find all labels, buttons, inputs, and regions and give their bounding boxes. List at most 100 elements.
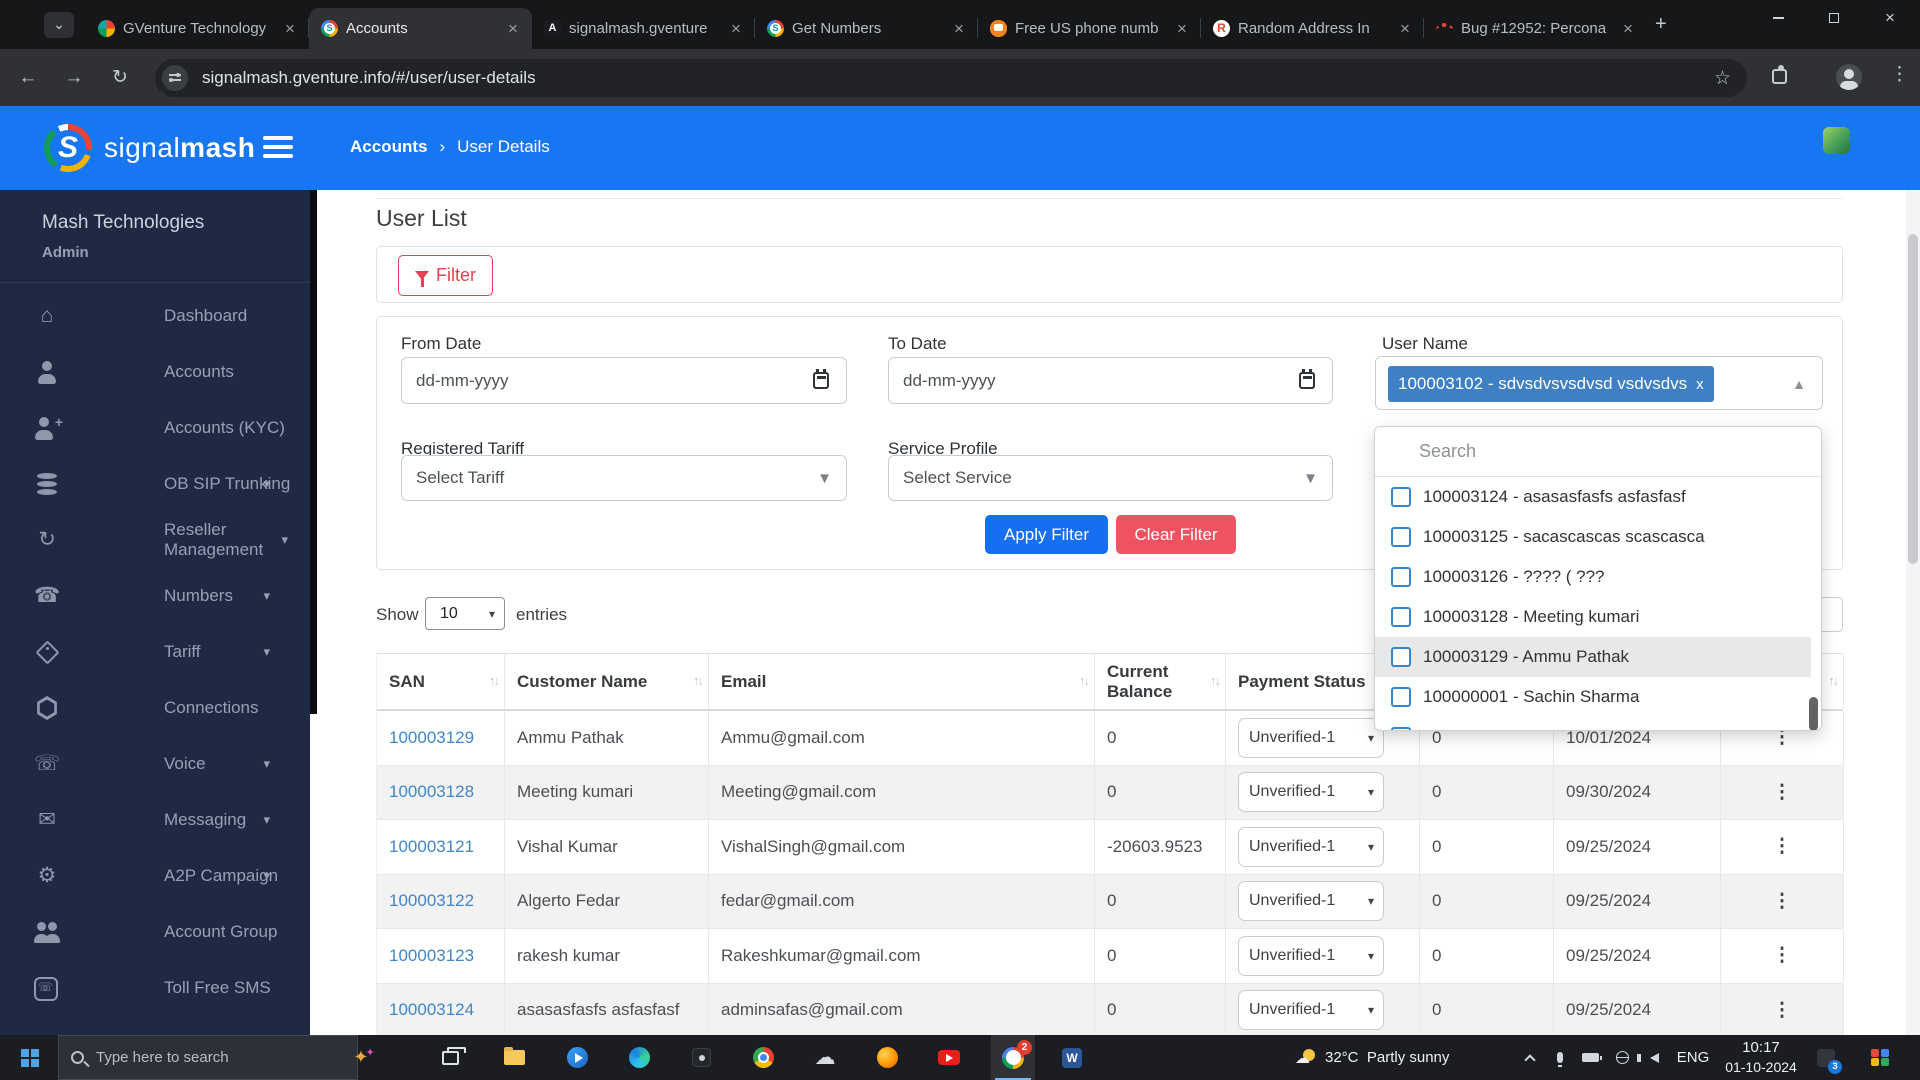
dropdown-option-highlighted[interactable]: 100003129 - Ammu Pathak	[1375, 637, 1811, 677]
tab-get-numbers[interactable]: Get Numbers ×	[755, 8, 978, 49]
camera-app-icon[interactable]	[681, 1035, 721, 1080]
dropdown-option[interactable]: 100003125 - sacascascas scascasca	[1375, 517, 1811, 557]
browser-menu-icon[interactable]: ⋮	[1890, 63, 1909, 86]
to-date-input[interactable]	[888, 357, 1333, 404]
row-actions-menu[interactable]: ⋮	[1721, 875, 1844, 929]
san-link[interactable]: 100003122	[377, 875, 505, 929]
youtube-icon[interactable]	[929, 1035, 969, 1080]
edge-browser-icon[interactable]	[619, 1035, 659, 1080]
file-explorer-icon[interactable]	[494, 1035, 534, 1080]
start-button[interactable]	[8, 1035, 52, 1080]
tariff-select[interactable]: Select Tariff▼	[401, 455, 847, 501]
column-header-san[interactable]: SAN↑↓	[377, 654, 505, 709]
sidebar-item-toll-free-sms[interactable]: ☏Toll Free SMS	[0, 968, 310, 1008]
tab-search-icon[interactable]: ⌄	[44, 12, 74, 38]
calendar-icon[interactable]	[813, 372, 829, 389]
san-link[interactable]: 100003121	[377, 820, 505, 874]
dropdown-option[interactable]: 100003128 - Meeting kumari	[1375, 597, 1811, 637]
payment-status-select[interactable]: Unverified-1▾	[1238, 881, 1384, 921]
dropdown-option[interactable]: 100003124 - asasasfasfs asfasfasf	[1375, 477, 1811, 517]
dropdown-search-input[interactable]	[1375, 427, 1821, 477]
tray-color-icon[interactable]	[1862, 1035, 1898, 1080]
sidebar-item-messaging[interactable]: ✉Messaging▾	[0, 800, 310, 840]
filter-button[interactable]: Filter	[398, 255, 493, 296]
sidebar-item-reseller-management[interactable]: ↻Reseller Management▾	[0, 520, 310, 560]
sidebar-item-tariff[interactable]: Tariff▾	[0, 632, 310, 672]
tab-close-icon[interactable]: ×	[727, 19, 745, 39]
dropdown-option[interactable]: 100003126 - ???? ( ???	[1375, 557, 1811, 597]
tab-close-icon[interactable]: ×	[1619, 19, 1637, 39]
task-view-button[interactable]	[430, 1035, 470, 1080]
from-date-input[interactable]	[401, 357, 847, 404]
payment-status-select[interactable]: Unverified-1▾	[1238, 990, 1384, 1030]
san-link[interactable]: 100003129	[377, 711, 505, 765]
sidebar-item-ob-sip-trunking[interactable]: OB SIP Trunking▾	[0, 464, 310, 504]
checkbox[interactable]	[1391, 727, 1411, 731]
checkbox[interactable]	[1391, 687, 1411, 707]
user-name-multiselect[interactable]: 100003102 - sdvsdvsvsdvsd vsdvsdvsx ▲	[1375, 356, 1823, 410]
row-actions-menu[interactable]: ⋮	[1721, 766, 1844, 820]
tab-accounts[interactable]: Accounts ×	[309, 8, 532, 49]
onedrive-icon[interactable]: ☁	[805, 1035, 845, 1080]
sidebar-item-voice[interactable]: ☏Voice▾	[0, 744, 310, 784]
dropdown-option[interactable]	[1375, 717, 1811, 731]
word-icon[interactable]: W	[1052, 1035, 1092, 1080]
breadcrumb-accounts[interactable]: Accounts	[350, 137, 427, 157]
firefox-icon[interactable]	[867, 1035, 907, 1080]
bookmark-star-icon[interactable]: ☆	[1714, 67, 1731, 90]
site-settings-icon[interactable]	[162, 65, 188, 91]
column-header-current-balance[interactable]: Current Balance↑↓	[1095, 654, 1226, 709]
forward-button[interactable]: →	[58, 62, 90, 94]
san-link[interactable]: 100003124	[377, 984, 505, 1036]
tab-close-icon[interactable]: ×	[504, 19, 522, 39]
maximize-button[interactable]	[1811, 0, 1857, 36]
page-size-select[interactable]: 10▾	[425, 597, 505, 630]
column-header-email[interactable]: Email↑↓	[709, 654, 1095, 709]
reload-button[interactable]: ↻	[104, 62, 136, 94]
row-actions-menu[interactable]: ⋮	[1721, 929, 1844, 983]
checkbox[interactable]	[1391, 567, 1411, 587]
sort-icon[interactable]: ↑↓	[693, 674, 702, 689]
tray-app-icon[interactable]: 3	[1810, 1035, 1842, 1080]
clear-filter-button[interactable]: Clear Filter	[1116, 515, 1236, 554]
tab-free-us-phone[interactable]: Free US phone numb ×	[978, 8, 1201, 49]
tab-close-icon[interactable]: ×	[950, 19, 968, 39]
payment-status-select[interactable]: Unverified-1▾	[1238, 718, 1384, 758]
sidebar-item-accounts[interactable]: Accounts	[0, 352, 310, 392]
apply-filter-button[interactable]: Apply Filter	[985, 515, 1108, 554]
chip-remove-icon[interactable]: x	[1696, 376, 1704, 393]
hamburger-menu-icon[interactable]	[263, 136, 295, 160]
payment-status-select[interactable]: Unverified-1▾	[1238, 772, 1384, 812]
tab-signalmash[interactable]: A signalmash.gventure ×	[532, 8, 755, 49]
chevron-up-icon[interactable]: ▲	[1792, 376, 1806, 392]
microphone-icon[interactable]	[1546, 1035, 1574, 1080]
checkbox[interactable]	[1391, 607, 1411, 627]
sidebar-item-dashboard[interactable]: ⌂Dashboard	[0, 296, 310, 336]
tab-bug-percona[interactable]: Bug #12952: Percona ×	[1424, 8, 1647, 49]
checkbox[interactable]	[1391, 527, 1411, 547]
san-link[interactable]: 100003128	[377, 766, 505, 820]
sort-icon[interactable]: ↑↓	[489, 674, 498, 689]
signalmash-app-icon[interactable]: 2	[991, 1035, 1035, 1080]
tab-gventure[interactable]: GVenture Technology ×	[86, 8, 309, 49]
back-button[interactable]: ←	[12, 62, 44, 94]
checkbox[interactable]	[1391, 487, 1411, 507]
service-select[interactable]: Select Service▼	[888, 455, 1333, 501]
payment-status-select[interactable]: Unverified-1▾	[1238, 936, 1384, 976]
new-tab-button[interactable]: +	[1655, 12, 1667, 36]
chrome-icon[interactable]	[743, 1035, 783, 1080]
tray-chevron-icon[interactable]	[1516, 1035, 1544, 1080]
column-header-customer-name[interactable]: Customer Name↑↓	[505, 654, 709, 709]
sidebar-item-accounts-kyc[interactable]: +Accounts (KYC)	[0, 408, 310, 448]
san-link[interactable]: 100003123	[377, 929, 505, 983]
page-scrollbar-thumb[interactable]	[1908, 234, 1918, 564]
row-actions-menu[interactable]: ⋮	[1721, 984, 1844, 1036]
address-bar[interactable]: signalmash.gventure.info/#/user/user-det…	[155, 59, 1747, 97]
sort-icon[interactable]: ↑↓	[1828, 674, 1837, 689]
dropdown-option[interactable]: 100000001 - Sachin Sharma	[1375, 677, 1811, 717]
browser-profile-icon[interactable]	[1836, 64, 1862, 90]
volume-icon[interactable]	[1640, 1035, 1668, 1080]
checkbox[interactable]	[1391, 647, 1411, 667]
copilot-icon[interactable]: ✦✦	[344, 1035, 384, 1080]
sidebar-item-account-group[interactable]: Account Group	[0, 912, 310, 952]
